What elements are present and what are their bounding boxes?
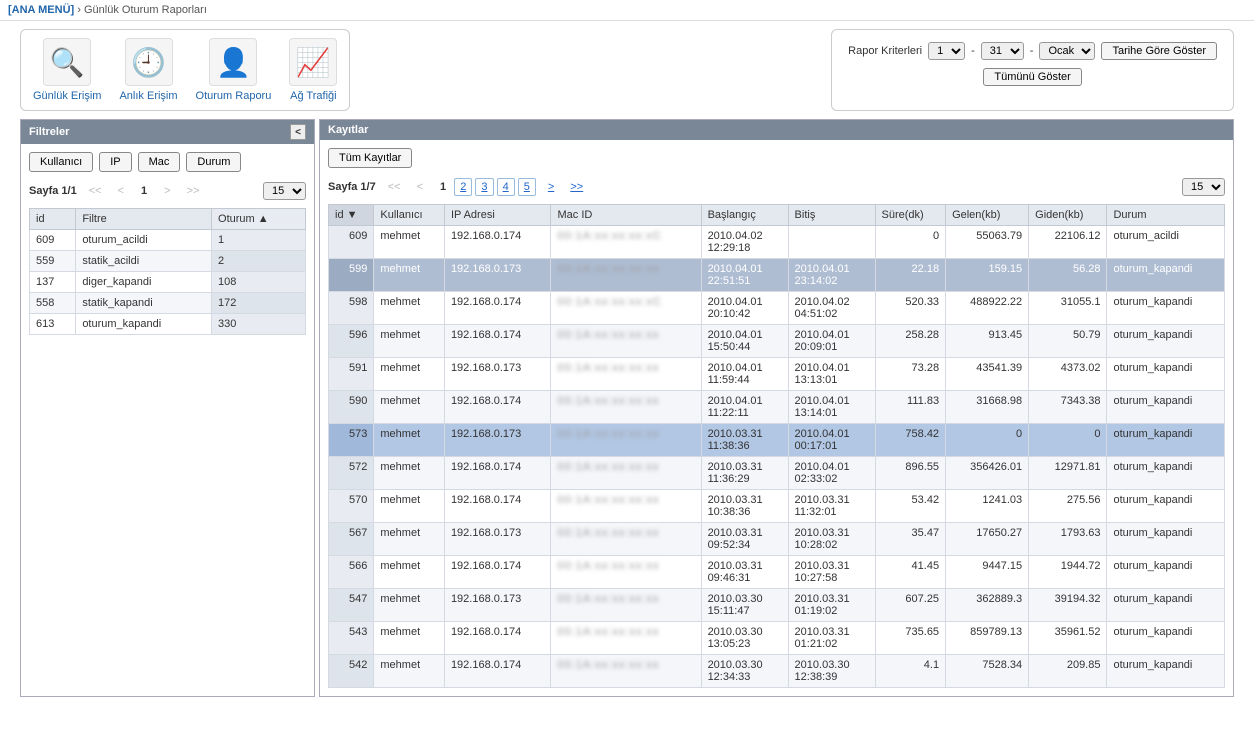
records-col-header[interactable]: Mac ID <box>551 205 701 226</box>
table-row[interactable]: 570mehmet192.168.0.17400:1A:xx:xx:xx:xx2… <box>329 490 1225 523</box>
day-from-select[interactable]: 1 <box>928 42 965 60</box>
records-col-header[interactable]: IP Adresi <box>444 205 551 226</box>
table-row[interactable]: 596mehmet192.168.0.17400:1A:xx:xx:xx:xx2… <box>329 325 1225 358</box>
records-col-header[interactable]: Süre(dk) <box>875 205 946 226</box>
table-row[interactable]: 572mehmet192.168.0.17400:1A:xx:xx:xx:xx2… <box>329 457 1225 490</box>
records-col-header[interactable]: Başlangıç <box>701 205 788 226</box>
toolbar-label: Anlık Erişim <box>119 90 177 102</box>
pager-page-1: 1 <box>435 180 451 194</box>
filter-tab-kullanıcı[interactable]: Kullanıcı <box>29 152 93 172</box>
table-row[interactable]: 591mehmet192.168.0.17300:1A:xx:xx:xx:xx2… <box>329 358 1225 391</box>
toolbar-icon: 🕘 <box>125 38 173 86</box>
records-col-header[interactable]: Gelen(kb) <box>946 205 1029 226</box>
table-row[interactable]: 558statik_kapandi172 <box>30 293 306 314</box>
table-row[interactable]: 590mehmet192.168.0.17400:1A:xx:xx:xx:xx2… <box>329 391 1225 424</box>
table-row[interactable]: 567mehmet192.168.0.17300:1A:xx:xx:xx:xx2… <box>329 523 1225 556</box>
filter-tab-mac[interactable]: Mac <box>138 152 181 172</box>
breadcrumb-sep: › <box>77 4 81 16</box>
show-all-button[interactable]: Tümünü Göster <box>983 68 1081 86</box>
toolbar: 🔍 Günlük Erişim 🕘 Anlık Erişim 👤 Oturum Rapor… <box>20 29 350 111</box>
records-panel: Kayıtlar Tüm Kayıtlar Sayfa 1/7 << < 1 2… <box>319 119 1234 697</box>
breadcrumb-home-link[interactable]: [ANA MENÜ] <box>8 4 74 16</box>
pager-next[interactable]: > <box>544 181 558 193</box>
table-row[interactable]: 609mehmet192.168.0.17400:1A:xx:xx:xx:xC2… <box>329 226 1225 259</box>
table-row[interactable]: 573mehmet192.168.0.17300:1A:xx:xx:xx:xx2… <box>329 424 1225 457</box>
table-row[interactable]: 547mehmet192.168.0.17300:1A:xx:xx:xx:xx2… <box>329 589 1225 622</box>
table-row[interactable]: 543mehmet192.168.0.17400:1A:xx:xx:xx:xx2… <box>329 622 1225 655</box>
filters-col-header[interactable]: Oturum ▲ <box>212 209 306 230</box>
day-to-select[interactable]: 31 <box>981 42 1024 60</box>
toolbar-item-1[interactable]: 🕘 Anlık Erişim <box>119 38 177 102</box>
toolbar-label: Ağ Trafiği <box>289 90 337 102</box>
table-row[interactable]: 566mehmet192.168.0.17400:1A:xx:xx:xx:xx2… <box>329 556 1225 589</box>
records-title: Kayıtlar <box>328 124 368 136</box>
pager-page-2[interactable]: 2 <box>454 178 472 196</box>
toolbar-item-3[interactable]: 📈 Ağ Trafiği <box>289 38 337 102</box>
table-row[interactable]: 542mehmet192.168.0.17400:1A:xx:xx:xx:xx2… <box>329 655 1225 688</box>
pager-last: >> <box>183 185 204 197</box>
filters-title: Filtreler <box>29 126 69 138</box>
filters-pager-label: Sayfa 1/1 <box>29 185 77 197</box>
month-select[interactable]: Ocak <box>1039 42 1095 60</box>
all-records-button[interactable]: Tüm Kayıtlar <box>328 148 412 168</box>
pager-page-1: 1 <box>136 184 152 198</box>
toolbar-icon: 👤 <box>209 38 257 86</box>
filters-table: idFiltreOturum ▲ 609oturum_acildi1559sta… <box>29 208 306 335</box>
pager-prev: < <box>413 181 427 193</box>
breadcrumb-current: Günlük Oturum Raporları <box>84 4 207 16</box>
records-table: id ▼KullanıcıIP AdresiMac IDBaşlangıçBit… <box>328 204 1225 688</box>
records-col-header[interactable]: Giden(kb) <box>1029 205 1107 226</box>
toolbar-icon: 🔍 <box>43 38 91 86</box>
show-by-date-button[interactable]: Tarihe Göre Göster <box>1101 42 1217 60</box>
pager-first: << <box>85 185 106 197</box>
collapse-left-icon[interactable]: < <box>290 124 306 140</box>
table-row[interactable]: 598mehmet192.168.0.17400:1A:xx:xx:xx:xC2… <box>329 292 1225 325</box>
pager-last[interactable]: >> <box>566 181 587 193</box>
records-col-header[interactable]: Bitiş <box>788 205 875 226</box>
filter-tab-ip[interactable]: IP <box>99 152 131 172</box>
table-row[interactable]: 599mehmet192.168.0.17300:1A:xx:xx:xx:xx2… <box>329 259 1225 292</box>
criteria-label: Rapor Kriterleri <box>848 45 922 57</box>
records-perpage-select[interactable]: 15 <box>1182 178 1225 196</box>
records-col-header[interactable]: id ▼ <box>329 205 374 226</box>
report-criteria: Rapor Kriterleri 1 - 31 - Ocak Tarihe Gö… <box>831 29 1234 111</box>
table-row[interactable]: 559statik_acildi2 <box>30 251 306 272</box>
pager-page-5[interactable]: 5 <box>518 178 536 196</box>
toolbar-label: Günlük Erişim <box>33 90 101 102</box>
records-col-header[interactable]: Durum <box>1107 205 1225 226</box>
filters-col-header[interactable]: id <box>30 209 76 230</box>
breadcrumb: [ANA MENÜ] › Günlük Oturum Raporları <box>0 0 1254 21</box>
toolbar-icon: 📈 <box>289 38 337 86</box>
filters-perpage-select[interactable]: 15 <box>263 182 306 200</box>
table-row[interactable]: 137diger_kapandi108 <box>30 272 306 293</box>
table-row[interactable]: 613oturum_kapandi330 <box>30 314 306 335</box>
records-pager-label: Sayfa 1/7 <box>328 181 376 193</box>
filter-tab-durum[interactable]: Durum <box>186 152 241 172</box>
toolbar-label: Oturum Raporu <box>196 90 272 102</box>
filters-panel: Filtreler < Kullanıcı IP MacDurum Sayfa 1/… <box>20 119 315 697</box>
records-col-header[interactable]: Kullanıcı <box>374 205 445 226</box>
filters-col-header[interactable]: Filtre <box>76 209 212 230</box>
toolbar-item-2[interactable]: 👤 Oturum Raporu <box>196 38 272 102</box>
pager-prev: < <box>114 185 128 197</box>
table-row[interactable]: 609oturum_acildi1 <box>30 230 306 251</box>
pager-page-3[interactable]: 3 <box>475 178 493 196</box>
toolbar-item-0[interactable]: 🔍 Günlük Erişim <box>33 38 101 102</box>
pager-next: > <box>160 185 174 197</box>
pager-page-4[interactable]: 4 <box>497 178 515 196</box>
pager-first: << <box>384 181 405 193</box>
